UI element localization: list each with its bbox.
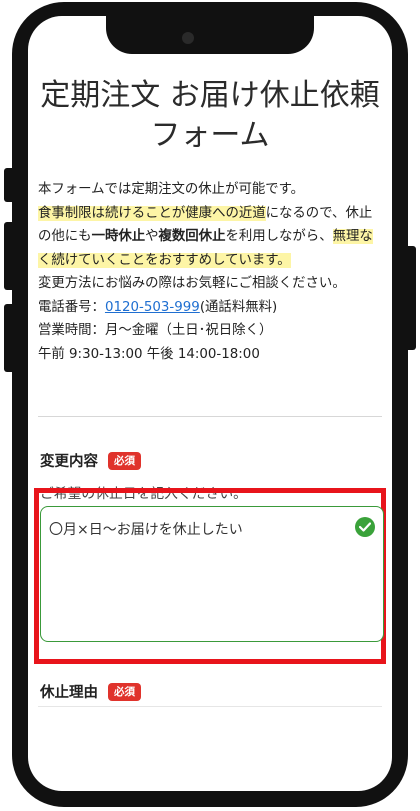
business-hours: 営業時間：月〜金曜（土日･祝日除く） bbox=[38, 323, 273, 338]
bold-text: 複数回休止 bbox=[158, 229, 226, 244]
phone-note: (通話料無料) bbox=[199, 299, 278, 315]
intro-paragraph: 食事制限は続けることが健康への近道になるので、休止の他にも一時休止や複数回休止を… bbox=[38, 202, 384, 273]
mute-switch bbox=[4, 168, 14, 202]
change-field-textarea[interactable]: 〇月×日〜お届けを休止したい bbox=[41, 507, 383, 641]
change-field-label: 変更内容 必須 bbox=[40, 450, 141, 471]
volume-down-button bbox=[4, 304, 14, 372]
highlight-text: 食事制限は続けることが健康への近道 bbox=[38, 205, 266, 221]
section-divider bbox=[38, 706, 382, 707]
camera-icon bbox=[182, 32, 194, 44]
notch bbox=[106, 16, 314, 54]
change-field-textarea-wrapper: 〇月×日〜お届けを休止したい bbox=[40, 506, 384, 642]
power-button bbox=[406, 246, 416, 350]
volume-up-button bbox=[4, 222, 14, 290]
bold-text: 一時休止 bbox=[91, 229, 146, 244]
intro-line: 本フォームでは定期注文の休止が可能です。 bbox=[38, 182, 305, 197]
business-times: 午前 9:30-13:00 午後 14:00-18:00 bbox=[38, 346, 260, 362]
reason-field-label-text: 休止理由 bbox=[40, 685, 98, 701]
reason-field-label: 休止理由 必須 bbox=[40, 681, 141, 702]
consult-text: 変更方法にお悩みの際はお気軽にご相談ください。 bbox=[38, 276, 346, 291]
required-badge: 必須 bbox=[108, 682, 141, 701]
check-circle-icon bbox=[355, 517, 375, 537]
phone-screen: 定期注文 お届け休止依頼フォーム 本フォームでは定期注文の休止が可能です。 食事… bbox=[28, 16, 392, 791]
section-divider bbox=[38, 416, 382, 417]
phone-link[interactable]: 0120-503-999 bbox=[105, 300, 200, 315]
phone-line: 電話番号：0120-503-999(通話料無料) bbox=[38, 296, 384, 320]
required-badge: 必須 bbox=[108, 451, 141, 470]
phone-label: 電話番号： bbox=[38, 299, 105, 315]
intro-fragment: を利用しながら、 bbox=[225, 229, 333, 244]
intro-text: 本フォームでは定期注文の休止が可能です。 食事制限は続けることが健康への近道にな… bbox=[38, 178, 384, 366]
change-field-label-text: 変更内容 bbox=[40, 454, 98, 470]
page-title: 定期注文 お届け休止依頼フォーム bbox=[40, 78, 380, 153]
intro-fragment: や bbox=[145, 229, 159, 244]
